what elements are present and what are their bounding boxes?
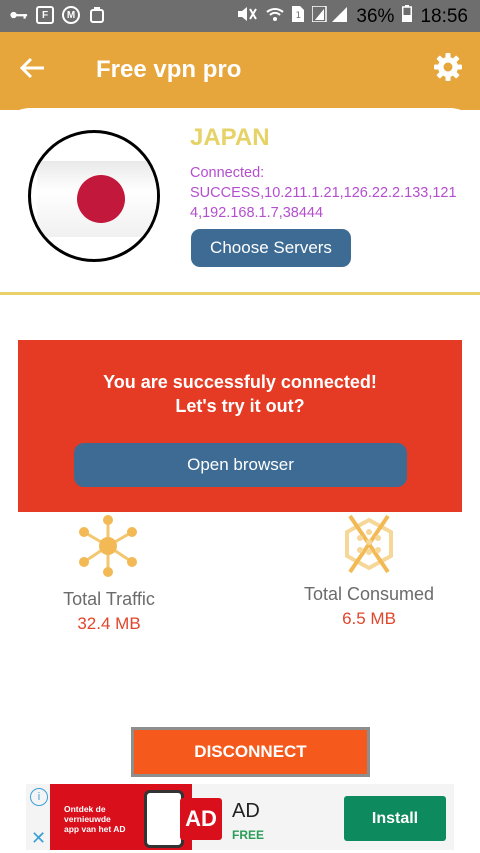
ad-app-name: AD [232,800,260,822]
sim-icon: 1 [292,5,305,28]
choose-servers-button[interactable]: Choose Servers [191,229,351,267]
ad-price: FREE [232,828,265,842]
japan-flag-icon [37,161,157,237]
wifi-icon [266,6,285,28]
ad-image[interactable]: Ontdek de vernieuwde app van het AD [50,784,192,850]
consumed-value: 6.5 MB [342,609,396,628]
banner-message: You are successfuly connected! Let's try… [18,370,462,418]
traffic-label: Total Traffic [63,589,155,609]
flipboard-icon: F [36,6,54,24]
consumed-molecule-icon [336,512,402,576]
mute-icon [236,6,258,28]
battery-percent: 36% [356,5,395,27]
total-traffic: Total Traffic 32.4 MB [20,589,198,634]
connection-status: Connected: SUCCESS,10.211.1.21,126.22.2.… [190,165,457,221]
traffic-value: 32.4 MB [77,614,141,633]
app-title: Free vpn pro [96,56,242,83]
back-button[interactable] [18,54,50,86]
key-icon [10,6,28,24]
gear-icon [434,53,462,81]
consumed-label: Total Consumed [303,584,435,604]
settings-button[interactable] [432,52,464,88]
banner-line-1: You are successfuly connected! [103,372,377,392]
total-consumed: Total Consumed 6.5 MB [280,584,458,629]
ad-info-icon[interactable]: i [30,788,48,806]
disconnect-button[interactable]: DISCONNECT [131,727,370,777]
banner-line-2: Let's try it out? [175,396,305,416]
svg-text:1: 1 [296,11,302,21]
ad-logo: AD [180,798,222,840]
success-banner: You are successfuly connected! Let's try… [18,340,462,512]
status-right: 1 36% 18:56 [236,4,468,28]
ad-banner: i ✕ Ontdek de vernieuwde app van het AD … [26,784,454,850]
clock: 18:56 [420,5,468,27]
flag-sun [77,175,125,223]
card-divider [0,292,480,295]
country-name: JAPAN [190,124,270,151]
install-button[interactable]: Install [344,796,446,841]
status-left-icons: F M [10,6,106,24]
signal-icon [311,4,348,28]
clean-icon [88,6,106,24]
media-icon: M [62,6,80,24]
country-flag [28,130,160,262]
ad-close-icon[interactable]: ✕ [31,828,46,849]
battery-icon [402,5,413,28]
arrow-left-icon [19,57,44,79]
ad-image-text: Ontdek de vernieuwde app van het AD [64,804,126,834]
traffic-network-icon [72,514,144,578]
phone-icon [144,790,184,848]
open-browser-button[interactable]: Open browser [74,443,407,487]
